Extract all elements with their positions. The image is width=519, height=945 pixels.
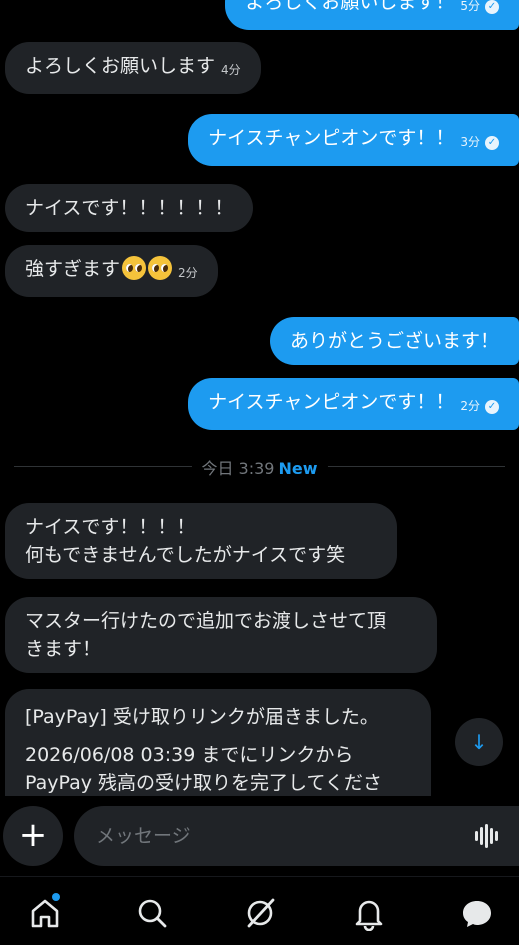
message-text: マスター行けたので追加でお渡しさせて頂 [25,610,387,632]
message-outgoing[interactable]: ナイスチャンピオンです！！ 3分 ✓ [188,114,519,166]
voice-message-icon[interactable] [475,824,501,848]
message-incoming-paypay[interactable]: [PayPay] 受け取りリンクが届きました。 2026/06/08 03:39… [5,689,431,796]
message-text: [PayPay] 受け取りリンクが届きました。 [25,706,379,728]
arrow-down-icon: ↓ [470,730,488,754]
read-check-icon: ✓ [485,0,499,14]
message-text: 2026/06/08 03:39 までにリンクから [25,744,354,766]
message-input[interactable]: メッセージ [74,806,519,866]
message-time: 4分 [221,63,241,77]
message-time: 2分 [178,266,198,280]
message-text: ナイスです！！！！！！ [25,197,234,219]
message-incoming[interactable]: マスター行けたので追加でお渡しさせて頂 きます！ [5,597,437,673]
plus-icon: + [18,815,48,855]
conversation-view[interactable]: よろしくお願いします！ 5分 ✓ よろしくお願いします 4分 ナイスチャンピオンです！… [0,0,519,796]
add-media-button[interactable]: + [3,806,63,866]
read-check-icon: ✓ [485,400,499,414]
home-notification-dot [52,893,60,901]
message-time: 3分 [460,135,480,149]
message-text: 何もできませんでしたがナイスです笑 [25,544,346,566]
date-label: 今日 3:39 [201,459,275,478]
message-text: ありがとうございます！ [289,330,499,352]
message-text: PayPay 残高の受け取りを完了してくださ [25,772,382,794]
message-outgoing[interactable]: ナイスチャンピオンです！！ 2分 ✓ [188,378,519,430]
message-text: 強すぎます [25,258,121,280]
pleading-face-emoji-icon [122,256,147,280]
composer: + メッセージ [0,796,519,876]
message-input-placeholder: メッセージ [96,825,191,847]
bottom-navigation [0,876,519,945]
message-outgoing[interactable]: よろしくお願いします！ 5分 ✓ [225,0,519,30]
message-text: きます！ [25,638,102,660]
date-divider-label: 今日 3:39 New [191,455,328,479]
message-text: ナイスチャンピオンです！！ [208,391,455,413]
new-badge: New [278,459,318,478]
read-check-icon: ✓ [485,136,499,150]
message-outgoing[interactable]: ありがとうございます！ [269,317,519,365]
messages-icon[interactable] [459,895,495,931]
message-text: ナイスチャンピオンです！！ [208,127,455,149]
message-text: よろしくお願いします！ [245,0,455,13]
message-text: ナイスです！！！！ [25,516,196,538]
grok-icon[interactable] [242,895,278,931]
pleading-face-emoji-icon [148,256,173,280]
scroll-to-bottom-button[interactable]: ↓ [455,718,503,766]
message-incoming[interactable]: ナイスです！！！！ 何もできませんでしたがナイスです笑 [5,503,397,579]
search-icon[interactable] [134,895,170,931]
message-text: よろしくお願いします [25,55,216,77]
message-incoming[interactable]: 強すぎます 2分 [5,245,218,297]
message-incoming[interactable]: ナイスです！！！！！！ [5,184,254,232]
notifications-bell-icon[interactable] [351,895,387,932]
message-time: 5分 [460,0,480,13]
message-time: 2分 [460,399,480,413]
message-incoming[interactable]: よろしくお願いします 4分 [5,42,261,94]
